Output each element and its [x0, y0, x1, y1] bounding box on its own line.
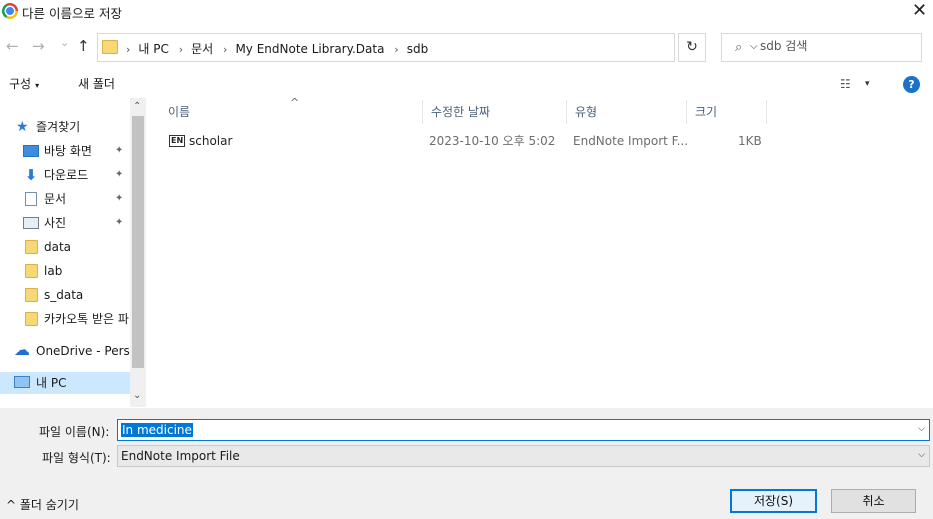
- breadcrumb-sdb[interactable]: sdb: [407, 42, 429, 56]
- refresh-button[interactable]: ↻: [678, 33, 706, 62]
- sidebar-item-desktop[interactable]: 바탕 화면 ✦: [0, 140, 130, 162]
- sidebar-item-s-data[interactable]: s_data: [0, 284, 130, 306]
- scrollbar-thumb[interactable]: [132, 116, 144, 368]
- breadcrumb-separator: ›: [223, 43, 228, 56]
- chevron-down-icon[interactable]: ⌵: [918, 450, 925, 460]
- cloud-icon: ☁: [14, 340, 30, 359]
- back-arrow-icon[interactable]: ←: [6, 38, 19, 54]
- pin-icon: ✦: [115, 145, 124, 156]
- chevron-down-icon[interactable]: ⌵: [918, 424, 925, 434]
- sidebar-item-data[interactable]: data: [0, 236, 130, 258]
- sidebar-item-favorites[interactable]: ★ 즐겨찾기: [0, 116, 130, 138]
- folder-icon: [102, 40, 118, 54]
- sidebar-item-downloads[interactable]: ⬇ 다운로드 ✦: [0, 164, 130, 186]
- filename-field[interactable]: In medicine ⌵: [117, 419, 930, 441]
- sidebar-item-label: 내 PC: [36, 376, 67, 390]
- sidebar-item-this-pc[interactable]: 내 PC: [0, 372, 130, 394]
- sidebar-item-label: lab: [44, 264, 63, 278]
- folder-icon: [25, 264, 38, 278]
- search-box[interactable]: ⌕: [721, 33, 922, 62]
- address-bar[interactable]: › 내 PC › 문서 › My EndNote Library.Data › sdb …: [97, 33, 758, 62]
- breadcrumb-separator: ›: [394, 43, 399, 56]
- save-button[interactable]: 저장(S): [730, 489, 817, 513]
- pictures-icon: [23, 217, 39, 229]
- sidebar-item-label: 사진: [44, 216, 67, 230]
- column-header-name[interactable]: 이름: [160, 100, 423, 124]
- sidebar-item-lab[interactable]: lab: [0, 260, 130, 282]
- search-input[interactable]: [760, 39, 910, 53]
- view-options-icon[interactable]: ☷: [840, 77, 851, 91]
- file-size: 1KB: [738, 134, 762, 148]
- organize-button[interactable]: 구성 ▾: [9, 75, 39, 92]
- column-headers: 이름 수정한 날짜 유형 크기: [160, 100, 770, 124]
- help-icon[interactable]: ?: [903, 76, 920, 93]
- scroll-down-icon[interactable]: ⌄: [133, 390, 141, 401]
- title-bar: 다른 이름으로 저장 ✕: [0, 0, 933, 24]
- sidebar-item-label: OneDrive - Personal: [36, 344, 130, 358]
- download-icon: ⬇: [24, 166, 38, 184]
- close-icon[interactable]: ✕: [906, 0, 933, 24]
- file-type: EndNote Import F...: [573, 134, 689, 148]
- up-arrow-icon[interactable]: ↑: [77, 38, 90, 54]
- chrome-icon: [2, 3, 18, 19]
- sidebar-item-pictures[interactable]: 사진 ✦: [0, 212, 130, 234]
- navigation-scrollbar[interactable]: ⌃ ⌄: [130, 98, 146, 407]
- chevron-down-icon: ▾: [35, 81, 40, 90]
- filename-label: 파일 이름(N):: [39, 425, 110, 439]
- folder-icon: [25, 288, 38, 302]
- search-icon: ⌕: [735, 40, 743, 55]
- sidebar-item-label: 즐겨찾기: [36, 120, 81, 134]
- star-icon: ★: [16, 119, 29, 135]
- breadcrumb-library-data[interactable]: My EndNote Library.Data: [235, 42, 384, 56]
- forward-arrow-icon[interactable]: →: [32, 38, 45, 54]
- sidebar-item-label: 다운로드: [44, 168, 89, 182]
- folder-icon: [25, 312, 38, 326]
- breadcrumb-separator: ›: [178, 43, 184, 56]
- file-modified: 2023-10-10 오후 5:02: [429, 134, 556, 148]
- command-toolbar: 구성 ▾ 새 폴더 ☷ ▾ ?: [0, 72, 933, 96]
- pin-icon: ✦: [115, 217, 124, 228]
- recent-locations-icon[interactable]: ⌄: [60, 35, 69, 51]
- hide-folders-button[interactable]: ^ 폴더 숨기기: [6, 496, 79, 513]
- column-header-size[interactable]: 크기: [687, 100, 767, 124]
- sidebar-item-label: 문서: [44, 192, 67, 206]
- breadcrumb-pc[interactable]: 내 PC: [138, 42, 168, 56]
- sidebar-item-label: data: [44, 240, 72, 254]
- filetype-select[interactable]: EndNote Import File ⌵: [117, 445, 930, 467]
- file-name: scholar: [189, 134, 233, 148]
- sidebar-item-label: s_data: [44, 288, 84, 302]
- new-folder-button[interactable]: 새 폴더: [78, 75, 115, 92]
- documents-icon: [25, 192, 37, 206]
- sidebar-item-kakaotalk[interactable]: 카카오톡 받은 파: [0, 308, 130, 330]
- pin-icon: ✦: [115, 169, 124, 180]
- folder-icon: [25, 240, 38, 254]
- cancel-button[interactable]: 취소: [831, 489, 916, 513]
- file-row[interactable]: EN scholar 2023-10-10 오후 5:02 EndNote Im…: [160, 130, 770, 152]
- filename-value[interactable]: In medicine: [121, 423, 193, 437]
- save-form: 파일 이름(N): In medicine ⌵ 파일 형식(T): EndNot…: [0, 408, 933, 519]
- column-header-modified[interactable]: 수정한 날짜: [423, 100, 567, 124]
- pin-icon: ✦: [115, 193, 124, 204]
- window-title: 다른 이름으로 저장: [22, 6, 122, 21]
- endnote-file-icon: EN: [169, 135, 186, 147]
- filetype-value: EndNote Import File: [121, 449, 240, 463]
- pc-icon: [14, 376, 30, 388]
- sidebar-item-documents[interactable]: 문서 ✦: [0, 188, 130, 210]
- filetype-label: 파일 형식(T):: [42, 451, 111, 465]
- navigation-pane: ★ 즐겨찾기 바탕 화면 ✦ ⬇ 다운로드 ✦ 문서 ✦ 사진 ✦ data l…: [0, 98, 146, 407]
- column-header-type[interactable]: 유형: [567, 100, 687, 124]
- sidebar-item-label: 카카오톡 받은 파: [44, 312, 129, 326]
- sidebar-item-label: 바탕 화면: [44, 144, 92, 158]
- sidebar-item-onedrive[interactable]: ☁ OneDrive - Personal: [0, 340, 130, 362]
- breadcrumb: › 내 PC › 문서 › My EndNote Library.Data › sdb: [126, 40, 434, 57]
- breadcrumb-documents[interactable]: 문서: [191, 42, 213, 56]
- desktop-icon: [23, 145, 39, 157]
- chevron-down-icon[interactable]: ▾: [865, 79, 870, 89]
- organize-label: 구성: [9, 77, 32, 91]
- scroll-up-icon[interactable]: ⌃: [133, 101, 141, 112]
- breadcrumb-separator: ›: [126, 43, 131, 56]
